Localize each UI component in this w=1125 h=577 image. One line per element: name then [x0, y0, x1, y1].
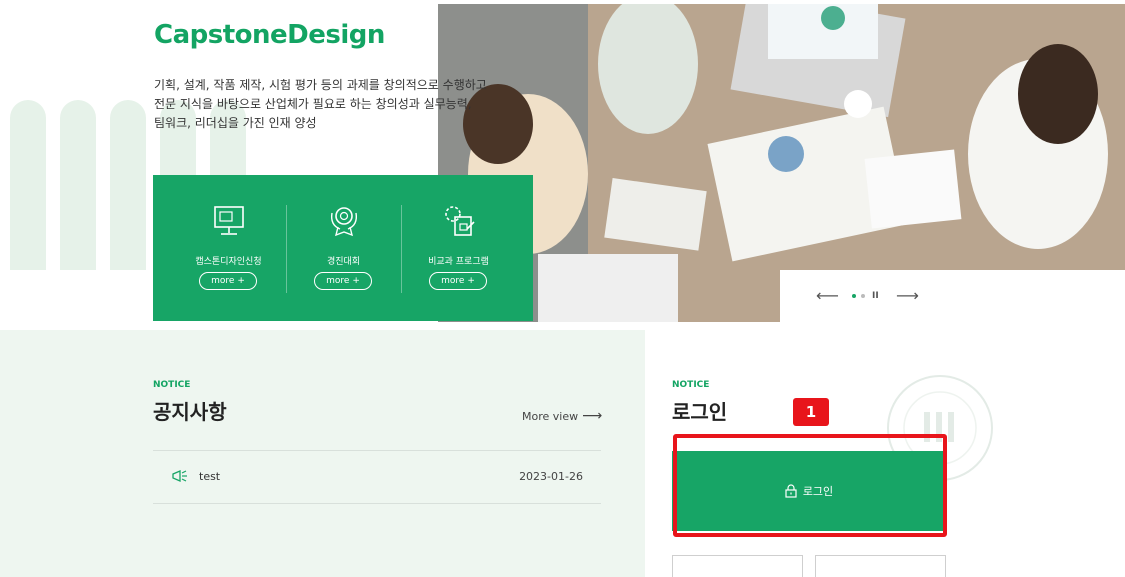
more-view-label: More view — [522, 410, 579, 423]
more-button[interactable]: more + — [314, 272, 372, 290]
slider-pause-button[interactable]: II — [872, 287, 879, 305]
trophy-icon — [330, 207, 358, 237]
monitor-icon — [214, 206, 244, 235]
quick-item-label: 캡스톤디자인신청 — [195, 257, 262, 267]
login-title: 로그인 — [672, 400, 728, 424]
login-sub-button[interactable] — [815, 555, 946, 577]
description-line: 전문 지식을 바탕으로 산업체가 필요로 하는 창의성과 실무능력, — [154, 97, 472, 111]
slider-dot-active[interactable] — [852, 294, 856, 298]
quick-item-competition[interactable]: 경진대회 more + — [286, 175, 401, 321]
more-button[interactable]: more + — [199, 272, 257, 290]
megaphone-icon — [172, 470, 187, 482]
quick-item-label: 비교과 프로그램 — [428, 257, 489, 267]
more-view-link[interactable]: More view ⟶ — [522, 408, 602, 424]
notice-item-date: 2023-01-26 — [519, 470, 583, 483]
annotation-badge: 1 — [793, 398, 829, 426]
arrow-right-icon: ⟶ — [582, 408, 603, 424]
slider-next-button[interactable]: ⟶ — [896, 287, 919, 305]
site-brand-title: CapstoneDesign — [154, 20, 385, 50]
annotation-highlight-box — [673, 434, 947, 537]
quick-item-capstone-apply[interactable]: 캡스톤디자인신청 more + — [171, 175, 286, 321]
slider-controls: ⟵ II ⟶ — [816, 287, 926, 307]
login-tag: NOTICE — [672, 380, 710, 390]
login-sub-button[interactable] — [672, 555, 803, 577]
quick-menu: 캡스톤디자인신청 more + 경진대회 more + 비교과 프로그램 mor — [153, 175, 533, 321]
description-line: 기획, 설계, 작품 제작, 시험 평가 등의 과제를 창의적으로 수행하고 — [154, 78, 487, 92]
brand-description: 기획, 설계, 작품 제작, 시험 평가 등의 과제를 창의적으로 수행하고 전… — [154, 76, 487, 133]
notice-title: 공지사항 — [153, 400, 227, 424]
quick-item-label: 경진대회 — [326, 257, 361, 267]
description-line: 팀워크, 리더십을 가진 인재 양성 — [154, 116, 317, 130]
quick-item-extracurricular[interactable]: 비교과 프로그램 more + — [401, 175, 516, 321]
notice-item-title: test — [199, 470, 221, 483]
slider-prev-button[interactable]: ⟵ — [816, 287, 839, 305]
notice-tag: NOTICE — [153, 380, 191, 390]
more-button[interactable]: more + — [429, 272, 487, 290]
gear-document-icon — [445, 206, 475, 236]
notice-list-item[interactable]: test 2023-01-26 — [153, 451, 601, 503]
slider-dot[interactable] — [861, 294, 865, 298]
page: CapstoneDesign 기획, 설계, 작품 제작, 시험 평가 등의 과… — [0, 0, 1125, 577]
divider — [153, 503, 601, 504]
